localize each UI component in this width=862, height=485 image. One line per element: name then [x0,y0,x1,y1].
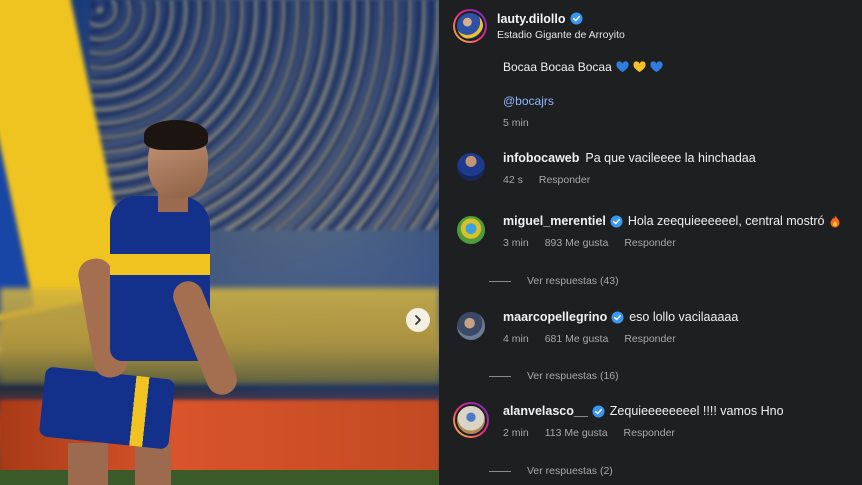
divider [489,280,511,282]
post-header: lauty.dilollo Estadio Gigante de Arroyit… [453,9,625,43]
avatar[interactable] [453,9,487,43]
comment-text: Zequieeeeeeeel !!!! vamos Hno [609,404,784,418]
view-replies-label: Ver respuestas (43) [527,275,619,287]
view-replies-label: Ver respuestas (16) [527,370,619,382]
player-leg [135,443,171,485]
comment-time: 2 min [503,427,529,439]
avatar[interactable] [453,402,489,438]
avatar[interactable] [455,214,487,246]
view-replies-label: Ver respuestas (2) [527,465,613,477]
view-replies-button[interactable]: Ver respuestas (43) [489,275,619,287]
comment-time: 3 min [503,237,529,249]
view-replies-button[interactable]: Ver respuestas (16) [489,370,619,382]
verified-badge-icon [569,12,583,25]
avatar[interactable] [455,151,487,183]
comments-panel: lauty.dilollo Estadio Gigante de Arroyit… [439,0,862,485]
likes-count[interactable]: 113 Me gusta [545,427,608,439]
view-replies-button[interactable]: Ver respuestas (2) [489,465,613,477]
post-caption: Bocaa Bocaa Bocaa [503,60,663,74]
divider [489,470,511,472]
likes-count[interactable]: 681 Me gusta [545,333,609,345]
player-hair [144,120,208,150]
likes-count[interactable]: 893 Me gusta [545,237,609,249]
comment-username[interactable]: infobocaweb [503,151,579,165]
caption-text: Bocaa Bocaa Bocaa [503,60,612,74]
player-shorts [38,366,176,450]
post-image[interactable] [0,0,439,485]
comment-username[interactable]: alanvelasco__ [503,404,588,418]
blue-heart-icon [650,61,663,73]
post-location[interactable]: Estadio Gigante de Arroyito [497,29,625,41]
verified-badge-icon [610,214,623,228]
post-username[interactable]: lauty.dilollo [497,12,566,26]
reply-button[interactable]: Responder [624,237,675,249]
comment-username[interactable]: miguel_merentiel [503,214,606,228]
verified-badge-icon [611,310,624,324]
comment-text: Pa que vacileeee la hinchadaa [585,151,756,165]
comment-username[interactable]: maarcopellegrino [503,310,607,324]
avatar[interactable] [455,310,487,342]
mention-link[interactable]: @bocajrs [503,94,554,108]
reply-button[interactable]: Responder [624,427,675,439]
comment-time: 42 s [503,174,523,186]
reply-button[interactable]: Responder [624,333,675,345]
post-timestamp: 5 min [503,117,529,129]
comment-text: Hola zeequieeeeeel, central mostró [627,214,825,228]
comment-text: eso lollo vacilaaaaa [629,310,739,324]
player-leg [68,443,108,485]
next-image-button[interactable] [406,308,430,332]
player-figure [38,118,250,485]
reply-button[interactable]: Responder [539,174,590,186]
chevron-right-icon [415,315,421,325]
blue-heart-icon [616,61,629,73]
verified-badge-icon [592,404,605,418]
comment-time: 4 min [503,333,529,345]
divider [489,375,511,377]
yellow-heart-icon [633,61,646,73]
fire-icon [830,215,840,227]
